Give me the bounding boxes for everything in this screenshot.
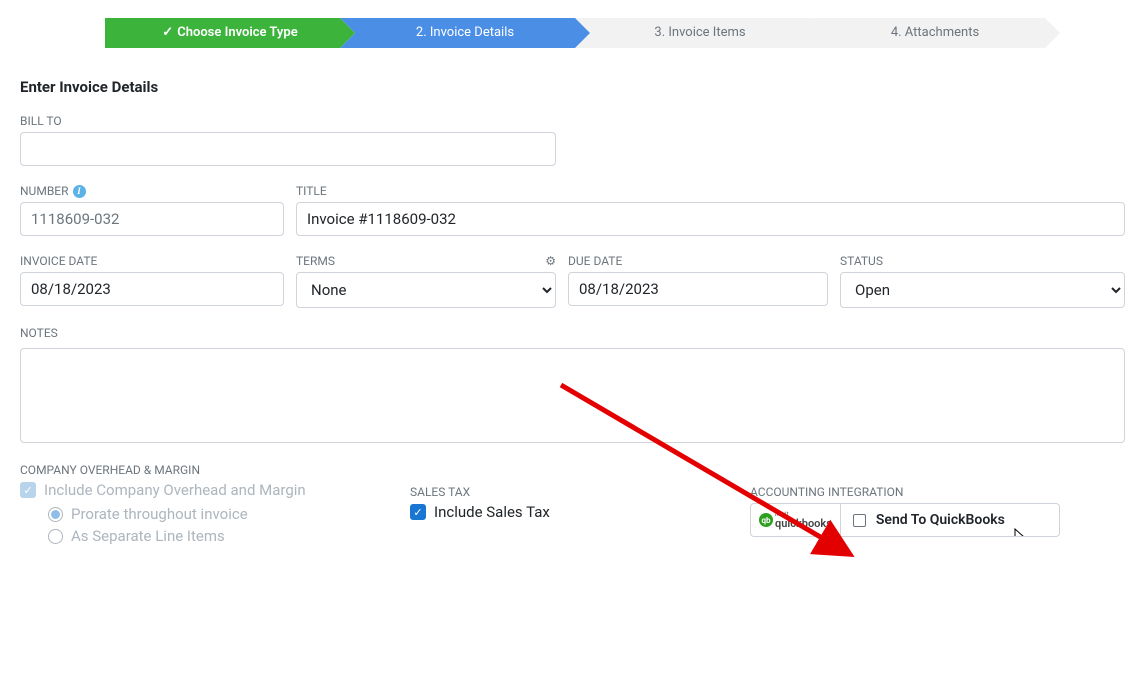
page-title: Enter Invoice Details [20, 78, 1125, 96]
terms-label: TERMS [296, 254, 335, 268]
invoice-date-label: INVOICE DATE [20, 254, 284, 268]
salestax-include-label: Include Sales Tax [434, 503, 550, 521]
step-label: 4. Attachments [876, 25, 979, 40]
quickbooks-logo-big: quickbooks [775, 518, 832, 529]
status-select[interactable]: Open [840, 272, 1125, 308]
integration-section-label: ACCOUNTING INTEGRATION [750, 485, 1125, 499]
step-label: 2. Invoice Details [401, 25, 514, 40]
invoice-date-input[interactable] [20, 272, 284, 306]
number-input [20, 202, 284, 236]
salestax-section-label: SALES TAX [410, 485, 750, 499]
quickbooks-integration-box: qb intuit quickbooks Send To QuickBooks [750, 503, 1060, 537]
due-date-label: DUE DATE [568, 254, 828, 268]
overhead-separate-radio [48, 529, 63, 544]
quickbooks-logo: qb intuit quickbooks [751, 504, 841, 536]
terms-select[interactable]: None [296, 272, 556, 308]
due-date-input[interactable] [568, 272, 828, 306]
notes-label: NOTES [20, 326, 1125, 340]
step-choose-invoice-type[interactable]: ✓ Choose Invoice Type [105, 18, 340, 48]
overhead-prorate-label: Prorate throughout invoice [71, 505, 248, 523]
notes-textarea[interactable] [20, 348, 1125, 443]
salestax-include-checkbox[interactable]: ✓ [410, 504, 426, 520]
overhead-include-label: Include Company Overhead and Margin [44, 481, 306, 499]
step-invoice-details[interactable]: 2. Invoice Details [340, 18, 575, 48]
overhead-separate-label: As Separate Line Items [71, 527, 225, 545]
check-icon: ✓ [162, 25, 173, 40]
title-input[interactable] [296, 202, 1125, 236]
wizard-stepper: ✓Choose Invoice Type 2. Invoice Details … [0, 18, 1145, 48]
title-label: TITLE [296, 184, 1125, 198]
gear-icon[interactable]: ⚙ [545, 254, 556, 268]
overhead-include-checkbox: ✓ [20, 482, 36, 498]
step-label: 3. Invoice Items [639, 25, 745, 40]
send-to-quickbooks-label: Send To QuickBooks [876, 512, 1005, 528]
overhead-prorate-radio [48, 507, 63, 522]
quickbooks-icon: qb [759, 513, 773, 527]
status-label: STATUS [840, 254, 1125, 268]
overhead-section-label: COMPANY OVERHEAD & MARGIN [20, 463, 410, 477]
number-label: NUMBER [20, 184, 69, 198]
step-attachments[interactable]: 4. Attachments [810, 18, 1045, 48]
billto-label: BILL TO [20, 114, 556, 128]
info-icon[interactable]: i [73, 185, 86, 198]
send-to-quickbooks-checkbox[interactable] [853, 514, 866, 527]
step-label: Choose Invoice Type [177, 25, 297, 40]
step-invoice-items[interactable]: 3. Invoice Items [575, 18, 810, 48]
billto-input[interactable] [20, 132, 556, 166]
cursor-pointer-icon [1011, 528, 1027, 537]
